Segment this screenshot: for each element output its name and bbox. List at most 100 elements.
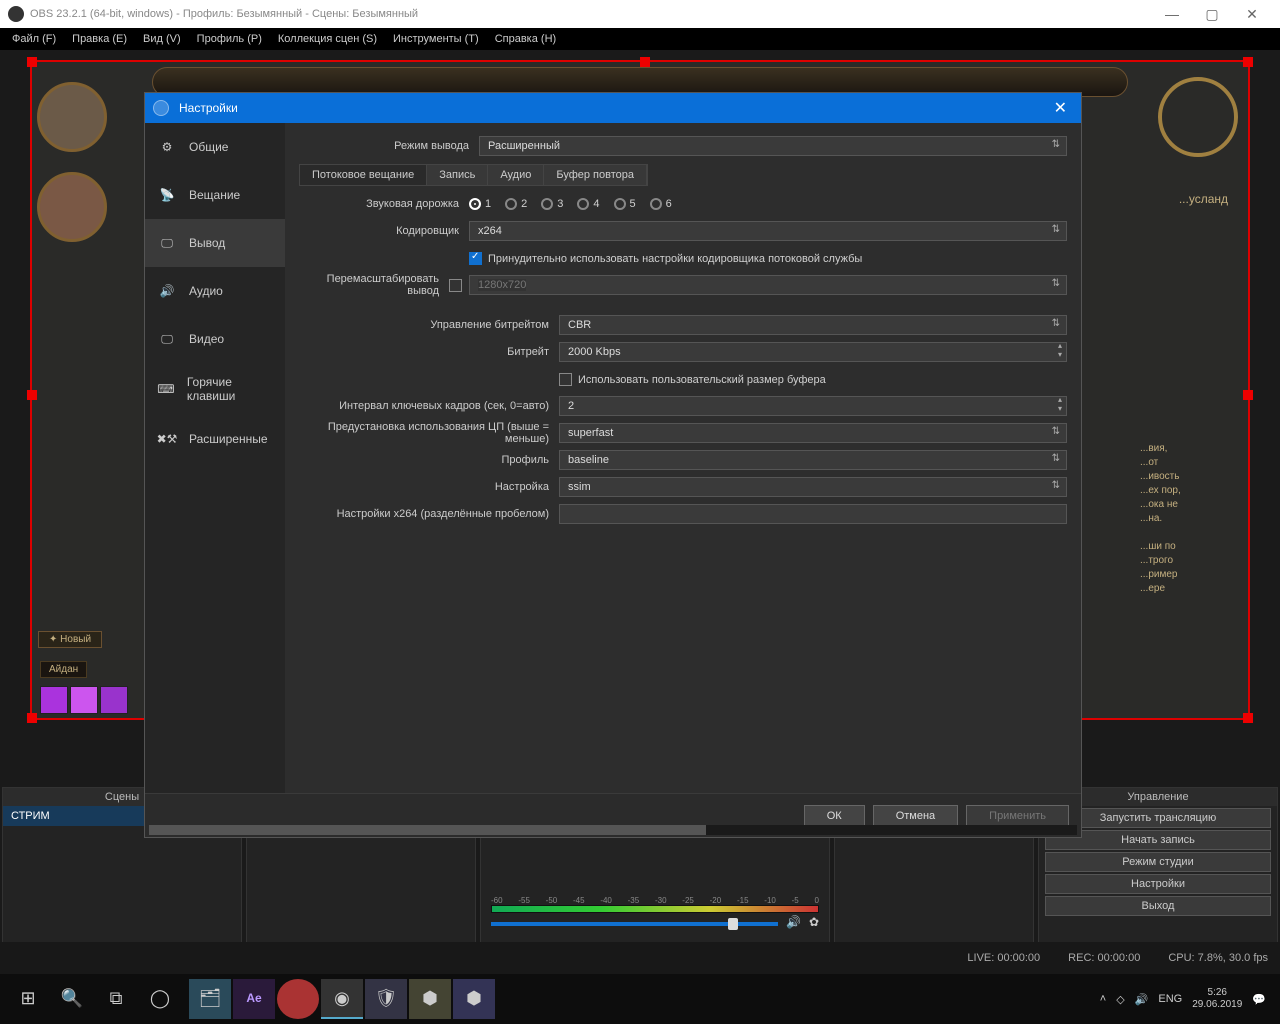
- track-radio-4[interactable]: 4: [577, 198, 599, 210]
- custom-buffer-label: Использовать пользовательский размер буф…: [578, 374, 826, 386]
- track-radio-5[interactable]: 5: [614, 198, 636, 210]
- taskbar-app-ae[interactable]: Ae: [233, 979, 275, 1019]
- keyframe-input[interactable]: 2: [559, 396, 1067, 416]
- taskbar-app-7[interactable]: ⬢: [453, 979, 495, 1019]
- sidebar-item-output[interactable]: 🖵 Вывод: [145, 219, 285, 267]
- taskbar-app-1[interactable]: 🗂: [189, 979, 231, 1019]
- dialog-titlebar[interactable]: Настройки ✕: [145, 93, 1081, 123]
- mixer-tick: -35: [628, 896, 640, 905]
- menu-file[interactable]: Файл (F): [4, 33, 64, 45]
- tab-replay[interactable]: Буфер повтора: [544, 165, 647, 185]
- gear-icon: ⚙: [155, 135, 179, 159]
- status-rec: REC: 00:00:00: [1068, 952, 1140, 964]
- resize-handle[interactable]: [27, 390, 37, 400]
- menu-view[interactable]: Вид (V): [135, 33, 189, 45]
- volume-icon[interactable]: 🔊: [1135, 993, 1149, 1006]
- tune-select[interactable]: ssim: [559, 477, 1067, 497]
- mute-icon[interactable]: 🔊: [786, 915, 801, 929]
- tray-chevron-icon[interactable]: ˄: [1100, 993, 1106, 1005]
- custom-buffer-checkbox[interactable]: [559, 373, 572, 386]
- menu-bar: Файл (F) Правка (E) Вид (V) Профиль (P) …: [0, 28, 1280, 50]
- obs-logo-icon: [8, 6, 24, 22]
- resize-handle[interactable]: [27, 713, 37, 723]
- resize-handle[interactable]: [1243, 57, 1253, 67]
- maximize-button[interactable]: ▢: [1192, 6, 1232, 23]
- window-title: OBS 23.2.1 (64-bit, windows) - Профиль: …: [30, 8, 418, 20]
- output-tabs: Потоковое вещание Запись Аудио Буфер пов…: [299, 164, 648, 186]
- resize-handle[interactable]: [1243, 390, 1253, 400]
- audio-track-label: Звуковая дорожка: [299, 198, 469, 210]
- wifi-icon[interactable]: ◇: [1116, 993, 1124, 1006]
- cancel-button[interactable]: Отмена: [873, 805, 958, 827]
- tab-audio[interactable]: Аудио: [488, 165, 544, 185]
- sidebar-item-audio[interactable]: 🔊 Аудио: [145, 267, 285, 315]
- speaker-icon: 🔊: [155, 279, 179, 303]
- taskbar-app-5[interactable]: 🛡: [365, 979, 407, 1019]
- settings-content: Режим вывода Расширенный Потоковое вещан…: [285, 123, 1081, 793]
- window-titlebar: OBS 23.2.1 (64-bit, windows) - Профиль: …: [0, 0, 1280, 28]
- enforce-checkbox[interactable]: [469, 252, 482, 265]
- rescale-checkbox[interactable]: [449, 279, 462, 292]
- mixer-tick: -45: [573, 896, 585, 905]
- minimize-button[interactable]: —: [1152, 6, 1192, 22]
- menu-help[interactable]: Справка (H): [487, 33, 564, 45]
- search-icon[interactable]: 🔍: [51, 979, 93, 1019]
- game-location: ...усланд: [1179, 192, 1228, 206]
- settings-dialog: Настройки ✕ ⚙ Общие 📡 Вещание 🖵 Вывод 🔊 …: [144, 92, 1082, 838]
- close-window-button[interactable]: ✕: [1232, 6, 1272, 23]
- notifications-icon[interactable]: 💬: [1252, 993, 1266, 1006]
- mixer-gear-icon[interactable]: ✿: [809, 915, 819, 929]
- dialog-close-button[interactable]: ✕: [1048, 98, 1073, 118]
- menu-scenes[interactable]: Коллекция сцен (S): [270, 33, 385, 45]
- profile-select[interactable]: baseline: [559, 450, 1067, 470]
- taskbar-app-6[interactable]: ⬢: [409, 979, 451, 1019]
- apply-button[interactable]: Применить: [966, 805, 1069, 827]
- rate-control-select[interactable]: CBR: [559, 315, 1067, 335]
- rate-control-label: Управление битрейтом: [299, 319, 559, 331]
- clock[interactable]: 5:26 29.06.2019: [1192, 987, 1242, 1011]
- bitrate-label: Битрейт: [299, 346, 559, 358]
- cpu-preset-label: Предустановка использования ЦП (выше = м…: [299, 421, 559, 445]
- exit-button[interactable]: Выход: [1045, 896, 1271, 916]
- rescale-select[interactable]: 1280x720: [469, 275, 1067, 295]
- mixer-volume-slider[interactable]: [491, 922, 778, 926]
- game-minimap: [1158, 77, 1238, 157]
- sidebar-item-hotkeys[interactable]: ⌨ Горячие клавиши: [145, 363, 285, 415]
- mixer-meter: [491, 905, 819, 913]
- lang-indicator[interactable]: ENG: [1158, 993, 1182, 1005]
- resize-handle[interactable]: [640, 57, 650, 67]
- menu-profile[interactable]: Профиль (P): [189, 33, 270, 45]
- studio-mode-button[interactable]: Режим студии: [1045, 852, 1271, 872]
- sidebar-item-stream[interactable]: 📡 Вещание: [145, 171, 285, 219]
- cpu-preset-select[interactable]: superfast: [559, 423, 1067, 443]
- sidebar-item-video[interactable]: 🖵 Видео: [145, 315, 285, 363]
- tab-recording[interactable]: Запись: [427, 165, 488, 185]
- mixer-tick: -20: [710, 896, 722, 905]
- taskview-icon[interactable]: ⧉: [95, 979, 137, 1019]
- menu-edit[interactable]: Правка (E): [64, 33, 135, 45]
- settings-button[interactable]: Настройки: [1045, 874, 1271, 894]
- antenna-icon: 📡: [155, 183, 179, 207]
- track-radio-2[interactable]: 2: [505, 198, 527, 210]
- resize-handle[interactable]: [1243, 713, 1253, 723]
- sidebar-item-advanced[interactable]: ✖⚒ Расширенные: [145, 415, 285, 463]
- resize-handle[interactable]: [27, 57, 37, 67]
- x264opts-input[interactable]: [559, 504, 1067, 524]
- track-radio-1[interactable]: 1: [469, 198, 491, 210]
- track-radio-6[interactable]: 6: [650, 198, 672, 210]
- menu-tools[interactable]: Инструменты (T): [385, 33, 487, 45]
- cortana-icon[interactable]: ◯: [139, 979, 181, 1019]
- output-mode-select[interactable]: Расширенный: [479, 136, 1067, 156]
- track-radio-3[interactable]: 3: [541, 198, 563, 210]
- sidebar-label: Вывод: [189, 236, 225, 250]
- sidebar-label: Вещание: [189, 188, 240, 202]
- encoder-select[interactable]: x264: [469, 221, 1067, 241]
- bitrate-input[interactable]: 2000 Kbps: [559, 342, 1067, 362]
- sidebar-item-general[interactable]: ⚙ Общие: [145, 123, 285, 171]
- start-button[interactable]: ⊞: [7, 979, 49, 1019]
- taskbar-app-browser[interactable]: [277, 979, 319, 1019]
- taskbar-app-obs[interactable]: ◉: [321, 979, 363, 1019]
- ok-button[interactable]: ОК: [804, 805, 865, 827]
- game-tooltip-text: ...вия, ...от ...ивость ...ех пор, ...ок…: [1140, 442, 1240, 596]
- tab-streaming[interactable]: Потоковое вещание: [300, 165, 427, 185]
